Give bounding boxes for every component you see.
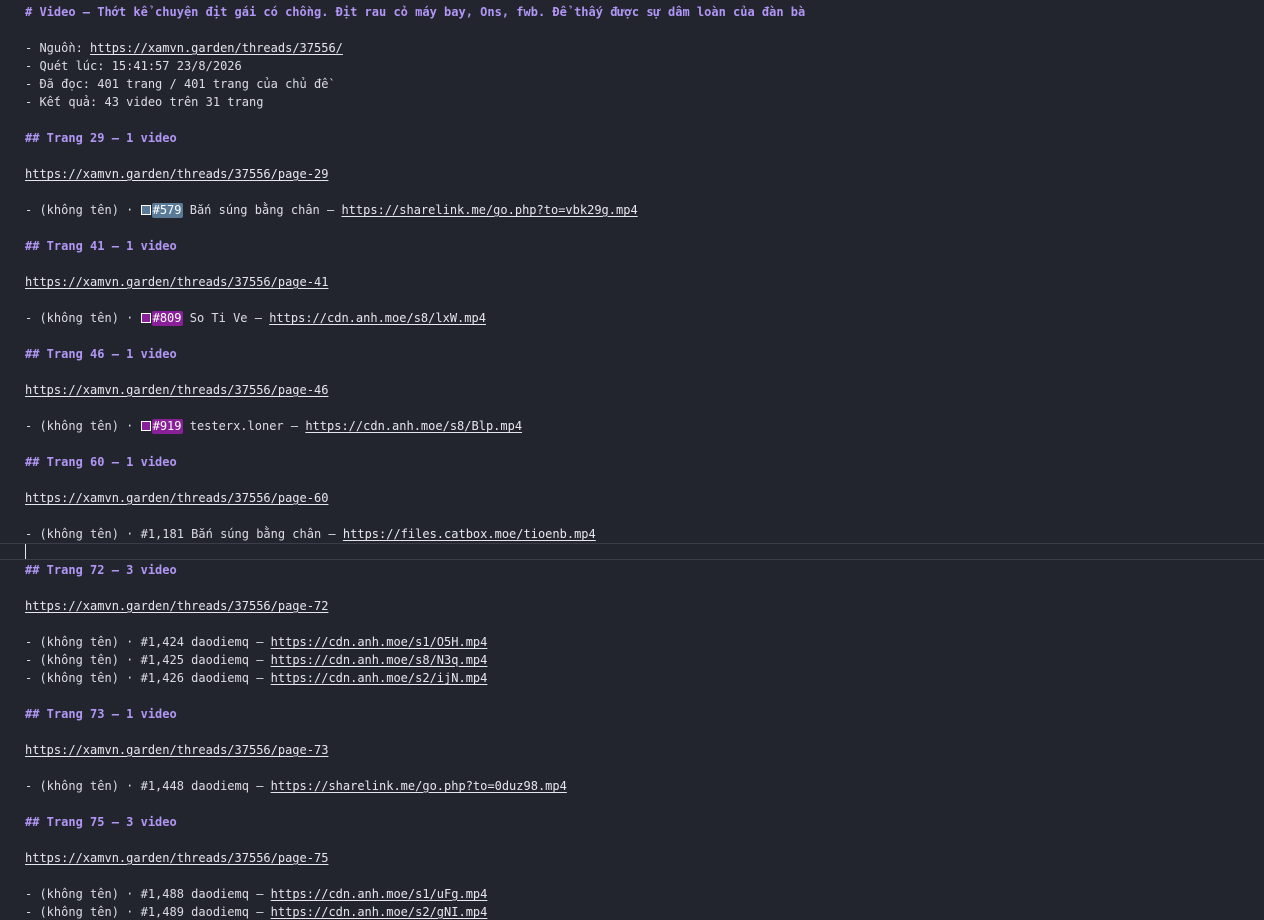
video-item: - (không tên) · #809 So Ti Ve — https://… — [25, 309, 486, 327]
page-link[interactable]: https://xamvn.garden/threads/37556/page-… — [25, 167, 328, 181]
video-item: - (không tên) · #1,424 daodiemq — https:… — [25, 633, 487, 651]
page-link[interactable]: https://xamvn.garden/threads/37556/page-… — [25, 275, 328, 289]
video-link[interactable]: https://cdn.anh.moe/s2/gNI.mp4 — [271, 905, 488, 919]
meta-read: - Đã đọc: 401 trang / 401 trang của chủ … — [25, 77, 329, 91]
item-text: testerx.loner — — [182, 419, 306, 433]
section-page-link: https://xamvn.garden/threads/37556/page-… — [25, 597, 328, 615]
section-heading: ## Trang 60 — 1 video — [25, 455, 177, 469]
item-prefix: - (không tên) · — [25, 203, 141, 217]
page-link[interactable]: https://xamvn.garden/threads/37556/page-… — [25, 599, 328, 613]
color-swatch-icon[interactable] — [140, 313, 151, 323]
video-link[interactable]: https://files.catbox.moe/tioenb.mp4 — [343, 527, 596, 541]
item-text: - (không tên) · #1,424 daodiemq — — [25, 635, 271, 649]
post-tag: #579 — [151, 203, 183, 218]
section-heading: ## Trang 75 — 3 video — [25, 815, 177, 829]
item-text: - (không tên) · #1,489 daodiemq — — [25, 905, 271, 919]
video-item: - (không tên) · #1,489 daodiemq — https:… — [25, 903, 487, 920]
item-text: - (không tên) · #1,448 daodiemq — — [25, 779, 271, 793]
section-heading: ## Trang 73 — 1 video — [25, 707, 177, 721]
video-link[interactable]: https://cdn.anh.moe/s1/O5H.mp4 — [271, 635, 488, 649]
video-item: - (không tên) · #1,448 daodiemq — https:… — [25, 777, 567, 795]
text-caret — [25, 544, 26, 559]
item-text: - (không tên) · #1,181 Bắn súng bằng châ… — [25, 527, 343, 541]
video-link[interactable]: https://cdn.anh.moe/s2/ijN.mp4 — [271, 671, 488, 685]
document-title: # Video — Thớt kể chuyện địt gái có chồn… — [25, 5, 806, 19]
meta-source-label: - Nguồn: — [25, 41, 91, 55]
section-heading: ## Trang 41 — 1 video — [25, 239, 177, 253]
item-text: - (không tên) · #1,488 daodiemq — — [25, 887, 271, 901]
page-link[interactable]: https://xamvn.garden/threads/37556/page-… — [25, 743, 328, 757]
page-link[interactable]: https://xamvn.garden/threads/37556/page-… — [25, 383, 328, 397]
section-heading: ## Trang 46 — 1 video — [25, 347, 177, 361]
section-page-link: https://xamvn.garden/threads/37556/page-… — [25, 489, 328, 507]
post-tag: #809 — [151, 311, 183, 326]
video-item: - (không tên) · #579 Bắn súng bằng chân … — [25, 201, 638, 219]
video-link[interactable]: https://sharelink.me/go.php?to=0duz98.mp… — [271, 779, 567, 793]
section-page-link: https://xamvn.garden/threads/37556/page-… — [25, 849, 328, 867]
item-text: - (không tên) · #1,425 daodiemq — — [25, 653, 271, 667]
video-item: - (không tên) · #919 testerx.loner — htt… — [25, 417, 522, 435]
video-item: - (không tên) · #1,181 Bắn súng bằng châ… — [25, 525, 596, 543]
item-text: So Ti Ve — — [182, 311, 270, 325]
color-swatch-icon[interactable] — [140, 421, 151, 431]
current-line-highlight — [0, 543, 1264, 560]
video-link[interactable]: https://cdn.anh.moe/s1/uFg.mp4 — [271, 887, 488, 901]
section-heading: ## Trang 72 — 3 video — [25, 563, 177, 577]
item-text: Bắn súng bằng chân — — [182, 203, 342, 217]
item-prefix: - (không tên) · — [25, 311, 141, 325]
video-link[interactable]: https://cdn.anh.moe/s8/lxW.mp4 — [269, 311, 486, 325]
page-link[interactable]: https://xamvn.garden/threads/37556/page-… — [25, 851, 328, 865]
section-heading: ## Trang 29 — 1 video — [25, 131, 177, 145]
color-swatch-icon[interactable] — [140, 205, 151, 215]
video-link[interactable]: https://cdn.anh.moe/s8/N3q.mp4 — [271, 653, 488, 667]
item-prefix: - (không tên) · — [25, 419, 141, 433]
video-link[interactable]: https://cdn.anh.moe/s8/Blp.mp4 — [305, 419, 522, 433]
video-item: - (không tên) · #1,425 daodiemq — https:… — [25, 651, 487, 669]
video-item: - (không tên) · #1,488 daodiemq — https:… — [25, 885, 487, 903]
meta-result: - Kết quả: 43 video trên 31 trang — [25, 95, 264, 109]
section-page-link: https://xamvn.garden/threads/37556/page-… — [25, 273, 328, 291]
video-link[interactable]: https://sharelink.me/go.php?to=vbk29g.mp… — [341, 203, 637, 217]
section-page-link: https://xamvn.garden/threads/37556/page-… — [25, 381, 328, 399]
item-text: - (không tên) · #1,426 daodiemq — — [25, 671, 271, 685]
meta-source: - Nguồn: https://xamvn.garden/threads/37… — [25, 39, 343, 57]
meta-scanned: - Quét lúc: 15:41:57 23/8/2026 — [25, 59, 242, 73]
section-page-link: https://xamvn.garden/threads/37556/page-… — [25, 741, 328, 759]
source-link[interactable]: https://xamvn.garden/threads/37556/ — [90, 41, 343, 55]
section-page-link: https://xamvn.garden/threads/37556/page-… — [25, 165, 328, 183]
page-link[interactable]: https://xamvn.garden/threads/37556/page-… — [25, 491, 328, 505]
post-tag: #919 — [151, 419, 183, 434]
video-item: - (không tên) · #1,426 daodiemq — https:… — [25, 669, 487, 687]
markdown-editor[interactable]: # Video — Thớt kể chuyện địt gái có chồn… — [0, 0, 1264, 920]
